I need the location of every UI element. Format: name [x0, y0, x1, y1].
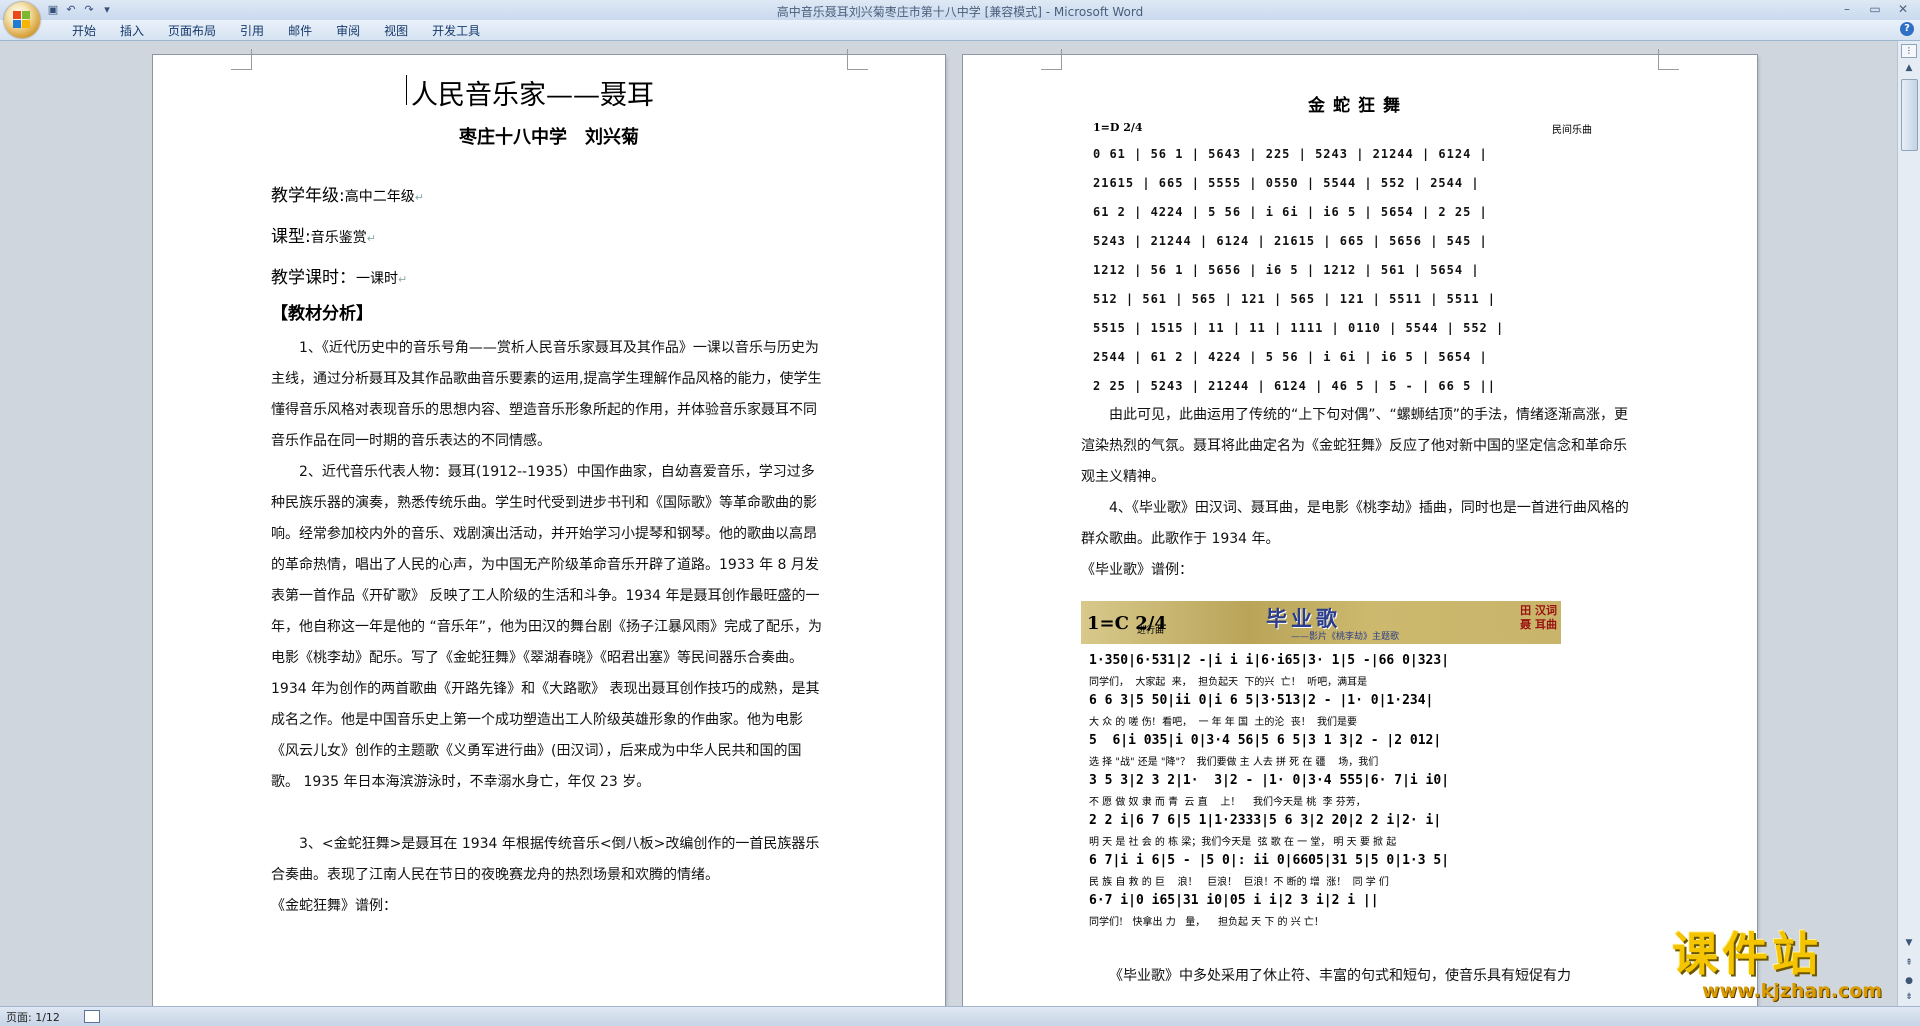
score-lyrics: 民 族 自 救 的 巨 浪！ 巨浪！ 巨浪！不 断的 增 涨！ 同 学 们 — [1089, 877, 1389, 888]
proofing-icon[interactable] — [84, 1010, 100, 1023]
document-page-1[interactable]: 人民音乐家——聂耳 枣庄十八中学 刘兴菊 教学年级:高中二年级↵ 课型:音乐鉴赏… — [153, 49, 945, 1006]
score-line: 1212 | 56 1 | 5656 | i6 5 | 1212 | 561 |… — [1093, 263, 1480, 277]
score-tempo: 进行曲 — [1137, 626, 1165, 636]
window-title: 高中音乐聂耳刘兴菊枣庄市第十八中学 [兼容模式] - Microsoft Wor… — [776, 5, 1144, 19]
score-reference: 《毕业歌》谱例： — [1081, 562, 1193, 578]
field-grade: 教学年级:高中二年级↵ — [271, 186, 424, 206]
score-lyrics: 同学们， 大家起 来， 担负起天 下的兴 亡！ 听吧，满耳是 — [1089, 677, 1368, 688]
tab-developer[interactable]: 开发工具 — [420, 23, 492, 39]
crop-mark — [1658, 49, 1679, 70]
author-line: 枣庄十八中学 刘兴菊 — [459, 127, 639, 148]
tab-mailings[interactable]: 邮件 — [276, 23, 324, 39]
window-controls: – ▭ ✕ — [1834, 1, 1916, 18]
score-credits: 田 汉词 聂 耳曲 — [1520, 604, 1557, 632]
status-bar: 页面: 1/12 — [0, 1006, 1920, 1026]
crop-mark — [1041, 49, 1062, 70]
tab-review[interactable]: 审阅 — [324, 23, 372, 39]
score-notes: 3 5 3|2 3 2|1· 3|2 - |1· 0|3·4 555|6· 7|… — [1089, 773, 1450, 788]
paragraph-1: 1、《近代历史中的音乐号角——赏析人民音乐家聂耳及其作品》一课以音乐与历史为主线… — [271, 340, 822, 449]
score-notes: 6 6 3|5 50|ii 0|i 6 5|3·513|2 - |1· 0|1·… — [1089, 693, 1434, 708]
field-label: 教学年级 — [271, 186, 339, 206]
score-lyrics: 明 天 是 社 会 的 栋 梁；我们今天是 弦 歌 在 一 堂， 明 天 要 掀… — [1089, 837, 1397, 848]
paragraph-5: 《毕业歌》中多处采用了休止符、丰富的句式和短句，使音乐具有短促有力 — [1109, 968, 1571, 984]
lyricist: 田 汉词 — [1520, 604, 1557, 617]
score-line: 2544 | 61 2 | 4224 | 5 56 | i 6i | i6 5 … — [1093, 350, 1488, 364]
field-value: 音乐鉴赏 — [310, 230, 367, 246]
page-info[interactable]: 页面: 1/12 — [6, 1009, 60, 1025]
score-lyrics: 同学们! 快拿出 力 量， 担负起 天 下 的 兴 亡！ — [1089, 917, 1324, 928]
page-title: 人民音乐家——聂耳 — [411, 80, 654, 111]
office-button[interactable] — [4, 2, 40, 38]
score-notes: 2 2 i|6 7 6|5 1|1·2333|5 6 3|2 20|2 2 i|… — [1089, 813, 1442, 828]
paragraph-4: 4、《毕业歌》田汉词、聂耳曲，是电影《桃李劫》插曲，同时也是一首进行曲风格的群众… — [1081, 500, 1629, 547]
tab-view[interactable]: 视图 — [372, 23, 420, 39]
score-line: 21615 | 665 | 5555 | 0550 | 5544 | 552 |… — [1093, 176, 1480, 190]
score-biye-ge: 1=C 2/4 进行曲 毕业歌 ——影片《桃李劫》主题歌 田 汉词 聂 耳曲 1… — [1081, 601, 1561, 938]
score-line: 0 61 | 56 1 | 5643 | 225 | 5243 | 21244 … — [1093, 147, 1488, 161]
composer: 聂 耳曲 — [1520, 618, 1557, 631]
score-lyrics: 不 愿 做 奴 隶 而 青 云 直 上！ 我们今天是 桃 李 芬芳， — [1089, 797, 1366, 808]
site-watermark: 课件站 www.kjzhan.com — [1672, 928, 1912, 1006]
score-line: 2 25 | 5243 | 21244 | 6124 | 46 5 | 5 - … — [1093, 379, 1497, 393]
document-workspace: 人民音乐家——聂耳 枣庄十八中学 刘兴菊 教学年级:高中二年级↵ 课型:音乐鉴赏… — [0, 41, 1898, 1006]
field-value: 高中二年级 — [344, 189, 415, 205]
score-notes: 5 6|i 035|i 0|3·4 56|5 6 5|3 1 3|2 - |2 … — [1089, 733, 1442, 748]
minimize-icon[interactable]: – — [1834, 1, 1860, 18]
scroll-thumb[interactable] — [1901, 79, 1918, 151]
score-note: 民间乐曲 — [1552, 125, 1592, 136]
score-key: 1=D 2/4 — [1093, 121, 1143, 134]
help-icon[interactable]: ? — [1900, 22, 1914, 36]
score-banner: 1=C 2/4 进行曲 毕业歌 ——影片《桃李劫》主题歌 田 汉词 聂 耳曲 — [1081, 601, 1561, 644]
office-logo-icon — [13, 11, 31, 29]
watermark-name: 课件站 — [1672, 927, 1822, 981]
text-cursor — [406, 75, 407, 105]
score-lyrics: 选 择 "战" 还是 "降"？ 我们要做 主 人去 拼 死 在 疆 场，我们 — [1089, 757, 1379, 768]
scroll-up-icon[interactable]: ▲ — [1901, 61, 1917, 75]
field-value: 一课时 — [356, 271, 398, 287]
score-reference: 《金蛇狂舞》谱例： — [271, 898, 397, 914]
title-bar: ▣ ↶ ↷ ▾ 高中音乐聂耳刘兴菊枣庄市第十八中学 [兼容模式] - Micro… — [0, 0, 1920, 21]
field-label: 教学课时 — [271, 268, 339, 288]
field-label: 课型 — [271, 227, 305, 247]
score-subtitle: ——影片《桃李劫》主题歌 — [1291, 632, 1400, 642]
section-heading: 【教材分析】 — [271, 304, 373, 324]
paragraph-2: 2、近代音乐代表人物：聂耳(1912--1935）中国作曲家，自幼喜爱音乐，学习… — [271, 464, 822, 790]
crop-mark — [847, 49, 868, 70]
score-line: 5515 | 1515 | 11 | 11 | 1111 | 0110 | 55… — [1093, 321, 1505, 335]
score-line: 61 2 | 4224 | 5 56 | i 6i | i6 5 | 5654 … — [1093, 205, 1488, 219]
ribbon-tab-bar: 开始 插入 页面布局 引用 邮件 审阅 视图 开发工具 ? — [0, 20, 1920, 41]
field-type: 课型:音乐鉴赏↵ — [271, 227, 376, 247]
vertical-scrollbar[interactable]: ⋮ ▲ ▼ ⇞ ● ⇟ — [1897, 41, 1920, 1006]
document-page-2[interactable]: 金蛇狂舞 1=D 2/4 民间乐曲 0 61 | 56 1 | 5643 | 2… — [963, 49, 1757, 1006]
score-notes: 6·7 i|0 i65|31 i0|05 i i|2 3 i|2 i || — [1089, 893, 1379, 908]
score-lyrics: 大 众 的 嗟 伤! 看吧， 一 年 年 国 土的沦 丧！ 我们是要 — [1089, 717, 1358, 728]
field-separator: ： — [339, 268, 356, 288]
tab-page-layout[interactable]: 页面布局 — [156, 23, 228, 39]
ruler-toggle-icon[interactable]: ⋮ — [1901, 44, 1917, 58]
tab-references[interactable]: 引用 — [228, 23, 276, 39]
field-hours: 教学课时：一课时↵ — [271, 268, 408, 288]
maximize-icon[interactable]: ▭ — [1862, 1, 1888, 18]
close-icon[interactable]: ✕ — [1890, 1, 1916, 18]
score-title: 金蛇狂舞 — [1308, 96, 1408, 116]
score-notes: 1·350|6·531|2 -|i i i|6·i65|3· 1|5 -|66 … — [1089, 653, 1450, 668]
tab-home[interactable]: 开始 — [60, 23, 108, 39]
tab-insert[interactable]: 插入 — [108, 23, 156, 39]
watermark-url: www.kjzhan.com — [1702, 980, 1883, 1002]
score-line: 5243 | 21244 | 6124 | 21615 | 665 | 5656… — [1093, 234, 1488, 248]
score-line: 512 | 561 | 565 | 121 | 565 | 121 | 5511… — [1093, 292, 1497, 306]
crop-mark — [231, 49, 252, 70]
paragraph-3: 3、<金蛇狂舞>是聂耳在 1934 年根据传统音乐<倒八板>改编创作的一首民族器… — [271, 836, 820, 883]
analysis-paragraph: 由此可见，此曲运用了传统的“上下句对偶”、“螺蛳结顶”的手法，情绪逐渐高涨，更渲… — [1081, 407, 1629, 485]
score-notes: 6 7|i i 6|5 - |5 0|: ii 0|6605|31 5|5 0|… — [1089, 853, 1450, 868]
